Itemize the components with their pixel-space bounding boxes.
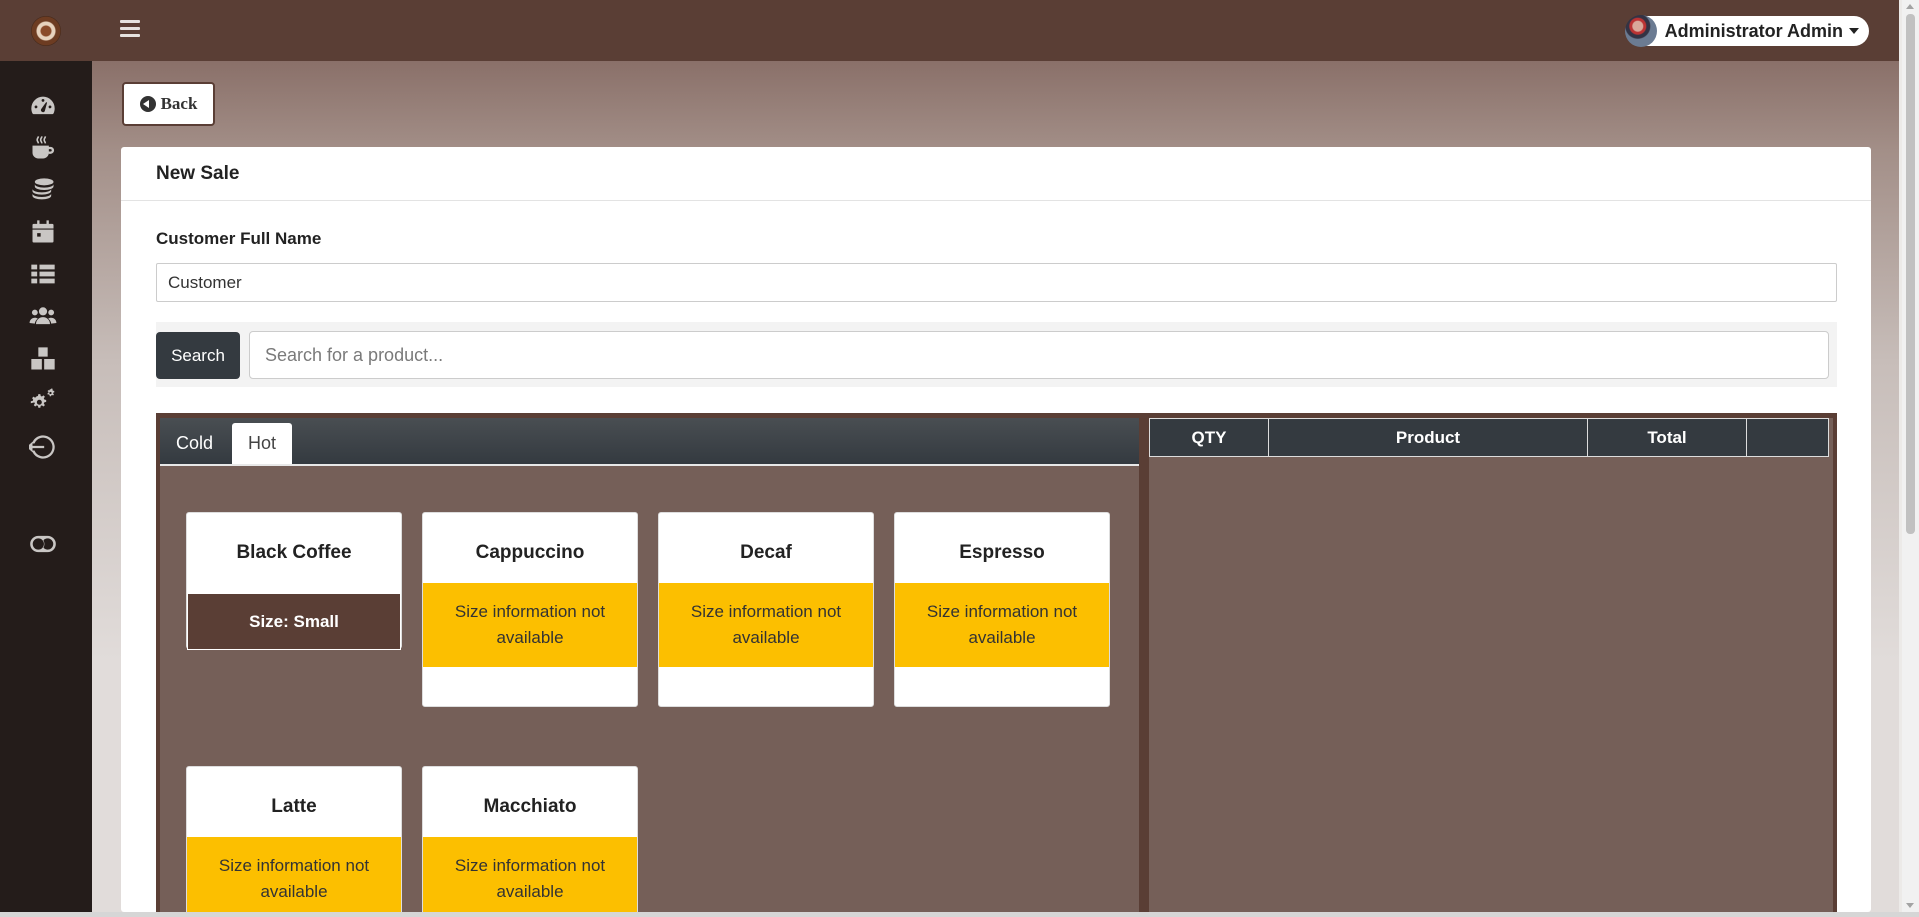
bottom-edge: [0, 912, 1919, 917]
card-title: New Sale: [121, 147, 1871, 201]
column-header-product: Product: [1269, 419, 1588, 456]
back-button[interactable]: Back: [122, 82, 215, 126]
products-pane: Cold Hot Black Coffee Size: Small Cappuc…: [160, 418, 1139, 912]
product-search-bar: Search: [156, 322, 1837, 387]
sidebar-item-products[interactable]: [27, 133, 59, 163]
product-name: Decaf: [740, 542, 792, 563]
sidebar-item-logout[interactable]: [27, 432, 59, 462]
sidebar-item-dashboard[interactable]: [27, 91, 59, 121]
scroll-down-arrow-icon[interactable]: [1906, 903, 1914, 908]
cart-pane: QTY Product Total: [1149, 418, 1833, 912]
new-sale-card: New Sale Customer Full Name Search Cold …: [121, 147, 1871, 912]
size-unavailable-notice: Size information not available: [187, 837, 401, 912]
page-scrollbar[interactable]: [1902, 0, 1919, 912]
arrow-circle-left-icon: [139, 96, 156, 112]
customer-name-field[interactable]: [156, 263, 1837, 302]
calendar-icon: [32, 220, 54, 243]
coins-icon: [32, 178, 54, 200]
back-button-label: Back: [160, 94, 198, 113]
sidebar-item-sales[interactable]: [27, 175, 59, 205]
avatar: [1624, 15, 1657, 47]
product-card-espresso[interactable]: Espresso Size information not available: [894, 512, 1110, 707]
toggle-icon: [30, 535, 56, 553]
size-unavailable-notice: Size information not available: [423, 837, 637, 912]
search-button[interactable]: Search: [156, 332, 240, 379]
logout-icon: [29, 435, 55, 459]
product-card-black-coffee[interactable]: Black Coffee Size: Small: [186, 512, 402, 650]
size-unavailable-notice: Size information not available: [659, 583, 873, 667]
scroll-up-arrow-icon[interactable]: [1906, 4, 1914, 9]
customer-name-label: Customer Full Name: [156, 229, 322, 248]
product-name: Macchiato: [483, 796, 577, 817]
brand-logo[interactable]: [0, 0, 92, 61]
product-card-latte[interactable]: Latte Size information not available: [186, 766, 402, 912]
scrollbar-thumb[interactable]: [1906, 14, 1915, 534]
coffee-logo-icon: [31, 15, 61, 46]
main-content: Back New Sale Customer Full Name Search …: [92, 61, 1899, 912]
tab-cold[interactable]: Cold: [160, 423, 229, 464]
column-header-qty: QTY: [1150, 419, 1269, 456]
settings-gears-icon: [30, 388, 55, 408]
boxes-icon: [31, 347, 55, 370]
product-card-decaf[interactable]: Decaf Size information not available: [658, 512, 874, 707]
user-name: Administrator Admin: [1664, 20, 1843, 41]
column-header-total: Total: [1588, 419, 1747, 456]
coffee-cup-icon: [32, 136, 55, 159]
sidebar-item-orders[interactable]: [27, 259, 59, 289]
size-unavailable-notice: Size information not available: [423, 583, 637, 667]
product-card-cappuccino[interactable]: Cappuccino Size information not availabl…: [422, 512, 638, 707]
size-badge: Size: Small: [187, 593, 401, 650]
product-name: Black Coffee: [236, 542, 352, 563]
user-menu-dropdown[interactable]: Administrator Admin: [1624, 15, 1869, 47]
users-icon: [29, 307, 57, 325]
column-header-actions: [1747, 419, 1828, 456]
top-navbar: Administrator Admin: [92, 0, 1899, 61]
sidebar-toggle[interactable]: [27, 529, 59, 559]
product-name: Espresso: [959, 542, 1045, 563]
pos-area: Cold Hot Black Coffee Size: Small Cappuc…: [156, 413, 1837, 912]
cart-table-header: QTY Product Total: [1149, 418, 1829, 457]
product-search-input[interactable]: [249, 331, 1829, 379]
sidebar-item-users[interactable]: [27, 301, 59, 331]
list-icon: [31, 264, 55, 284]
sidebar: [0, 0, 92, 912]
dashboard-gauge-icon: [31, 96, 55, 115]
product-card-macchiato[interactable]: Macchiato Size information not available: [422, 766, 638, 912]
product-name: Cappuccino: [475, 542, 585, 563]
product-name: Latte: [271, 796, 317, 817]
hamburger-menu-icon[interactable]: [120, 20, 140, 38]
sidebar-item-calendar[interactable]: [27, 217, 59, 247]
chevron-down-icon: [1849, 28, 1859, 34]
tab-hot[interactable]: Hot: [232, 423, 293, 464]
category-tabs: Cold Hot: [160, 418, 1139, 466]
sidebar-item-inventory[interactable]: [27, 344, 59, 374]
sidebar-item-settings[interactable]: [27, 387, 59, 417]
size-unavailable-notice: Size information not available: [895, 583, 1109, 667]
